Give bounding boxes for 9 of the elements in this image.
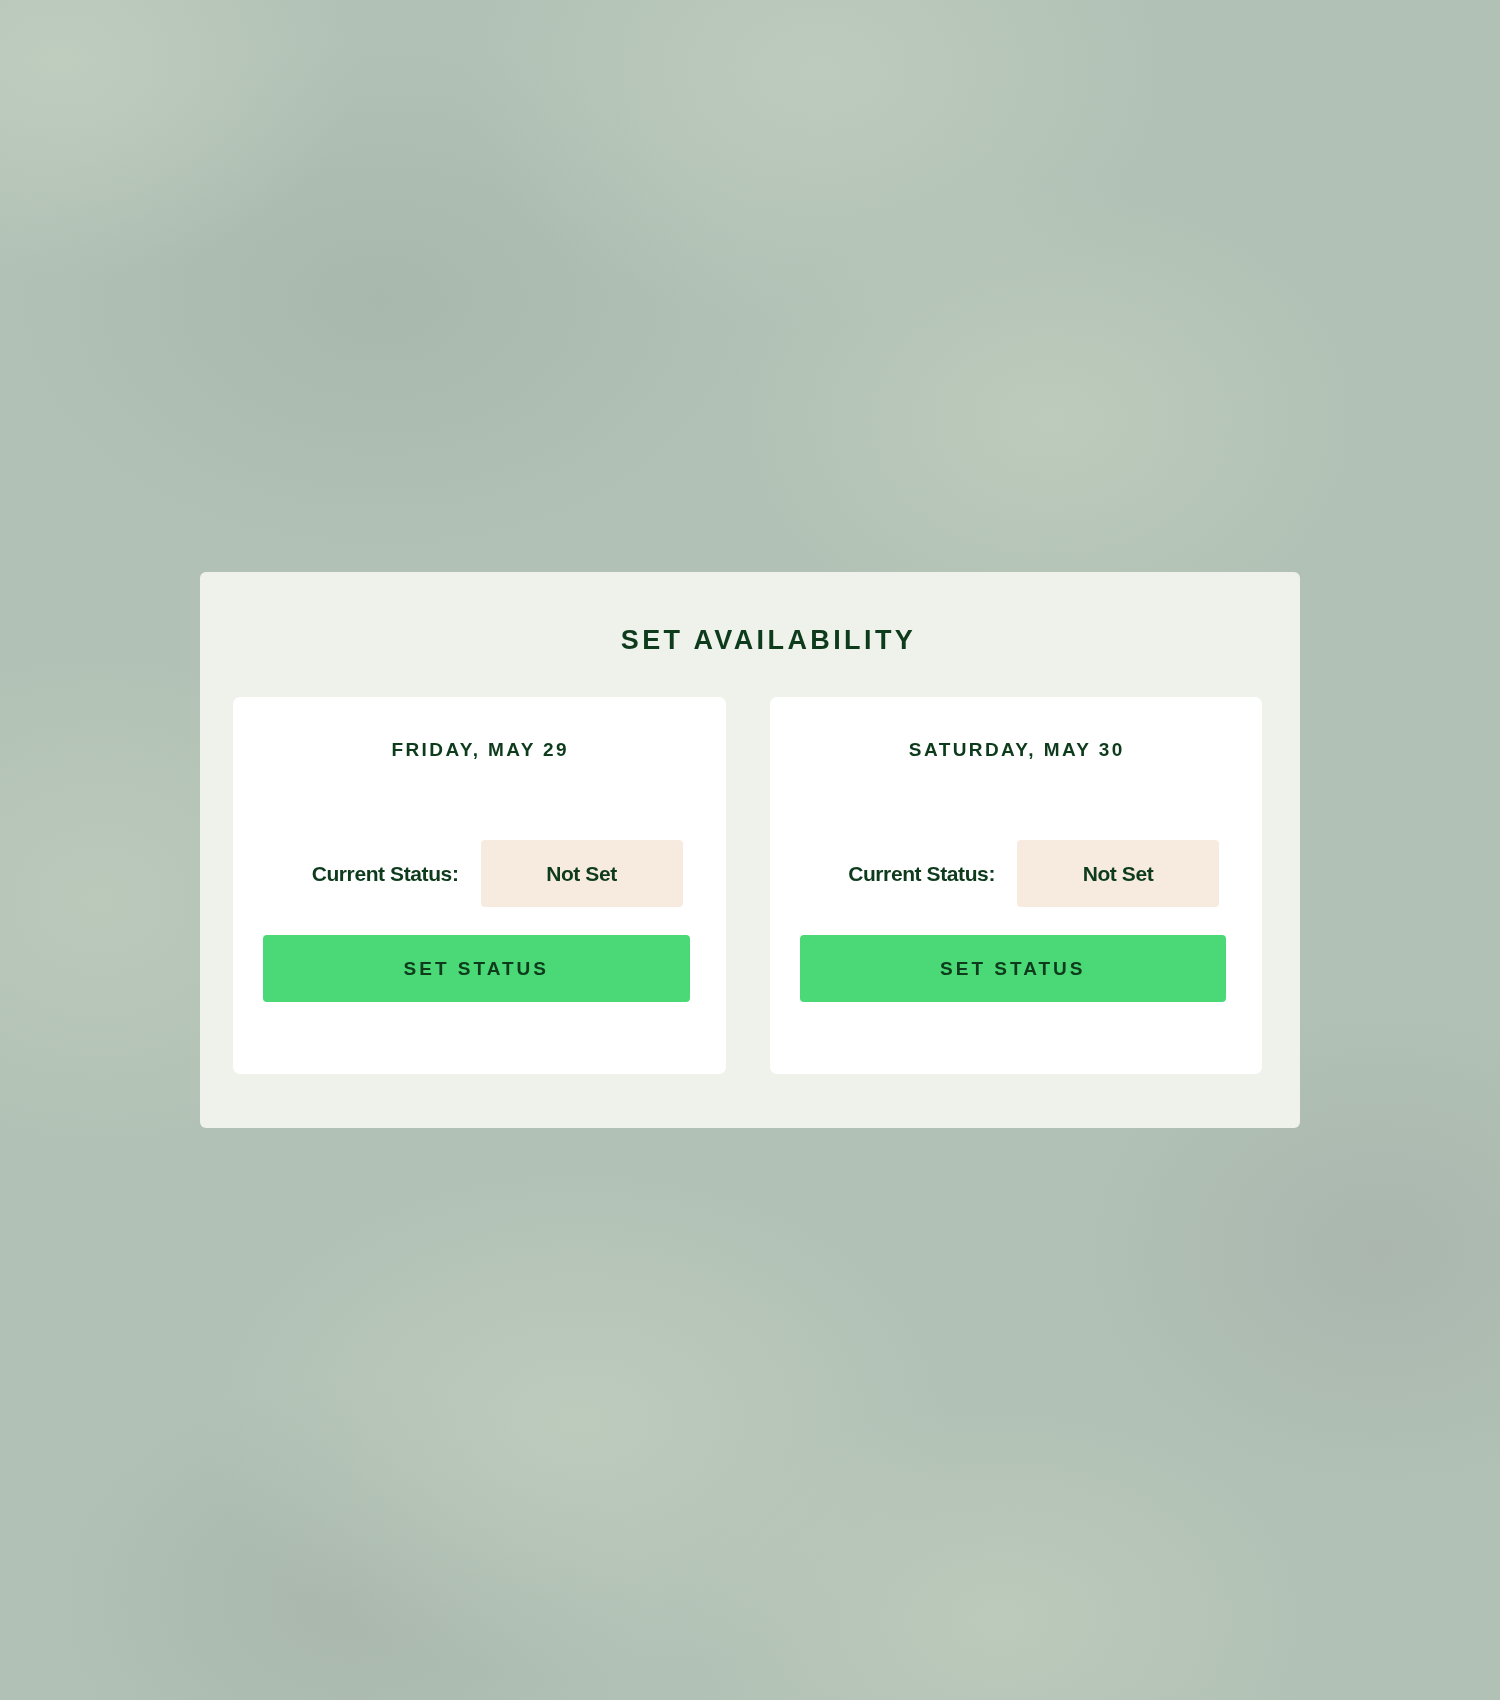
status-display: Not Set (480, 840, 683, 907)
day-date: SATURDAY, MAY 30 (908, 738, 1125, 762)
set-status-button[interactable]: SET STATUS (799, 935, 1226, 1002)
status-display: Not Set (1017, 840, 1219, 907)
set-status-button[interactable]: SET STATUS (263, 935, 690, 1002)
status-label: Current Status: (848, 861, 995, 886)
panel-title: SET AVAILABILITY (620, 624, 917, 656)
status-label: Current Status: (311, 861, 459, 886)
day-date: FRIDAY, MAY 29 (391, 738, 570, 762)
